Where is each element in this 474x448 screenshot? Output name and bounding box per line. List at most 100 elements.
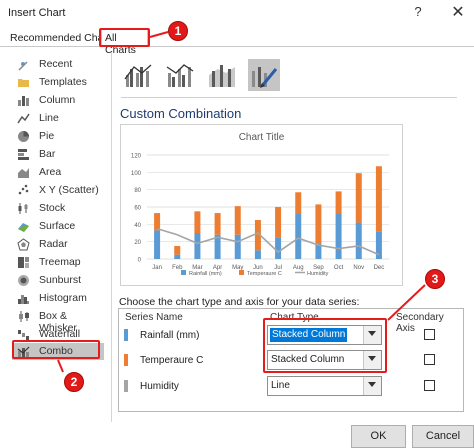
y-tick-label: 0: [138, 258, 142, 264]
sidebar-item-pie[interactable]: Pie: [12, 128, 104, 145]
sidebar-item-label: Treemap: [39, 256, 81, 268]
annotation-badge-2: 2: [64, 372, 84, 392]
legend-swatch: [239, 270, 244, 275]
window-title: Insert Chart: [8, 7, 66, 19]
sidebar-item-label: Templates: [39, 76, 87, 88]
bar-rainfall: [275, 237, 282, 259]
annotation-frame-chart-types: [263, 318, 387, 373]
section-title: Custom Combination: [120, 106, 242, 121]
sidebar-item-x-y-scatter[interactable]: X Y (Scatter): [12, 182, 104, 199]
bar-temperature: [214, 213, 221, 235]
sidebar-item-box-whisker[interactable]: Box & Whisker: [12, 308, 104, 334]
bar-temperature: [234, 206, 241, 235]
bar-temperature: [295, 192, 302, 214]
bar-rainfall: [335, 213, 342, 259]
series-name: Rainfall (mm): [140, 330, 200, 341]
chart-title: Chart Title: [239, 132, 285, 143]
recent-icon: [17, 58, 30, 71]
sidebar-item-histogram[interactable]: Histogram: [12, 290, 104, 307]
bar-temperature: [335, 191, 342, 214]
title-bar: Insert Chart ? ✕: [0, 0, 474, 26]
ok-button[interactable]: OK: [351, 425, 406, 448]
chart-type-value: Line: [271, 380, 290, 391]
subtype-custom-combination[interactable]: [248, 59, 280, 91]
clustered-column-line-icon: [124, 64, 152, 87]
series-caption: Choose the chart type and axis for your …: [119, 296, 360, 308]
bar-rainfall: [254, 250, 261, 259]
y-tick-label: 60: [134, 206, 141, 212]
chevron-down-icon[interactable]: [363, 377, 381, 395]
x-tick-label: Nov: [353, 265, 364, 271]
annotation-arrow-1: [149, 31, 169, 38]
series-name: Temperaure C: [140, 355, 204, 366]
sidebar-item-line[interactable]: Line: [12, 110, 104, 127]
bar-chart-icon: [17, 148, 30, 161]
x-tick-label: Dec: [374, 265, 385, 271]
sidebar-item-label: Recent: [39, 58, 73, 70]
x-tick-label: Aug: [293, 265, 304, 271]
pie-chart-icon: [17, 130, 30, 143]
bar-rainfall: [375, 231, 382, 259]
stacked-area-column-icon: [209, 65, 235, 87]
help-icon[interactable]: ?: [409, 4, 427, 22]
bar-rainfall: [194, 233, 201, 259]
templates-folder-icon: [17, 76, 30, 89]
combo-chart: Chart Title020406080100120Jan Feb Mar Apr Ma…: [131, 132, 389, 277]
sidebar-item-column[interactable]: Column: [12, 92, 104, 109]
y-tick-label: 80: [134, 188, 141, 194]
close-icon[interactable]: ✕: [447, 2, 469, 22]
subtype-clustered-column-line[interactable]: [122, 59, 154, 91]
bar-temperature: [275, 207, 282, 238]
histogram-chart-icon: [17, 292, 30, 305]
legend-label: Humidity: [307, 271, 329, 277]
x-tick-label: Oct: [334, 265, 344, 271]
tab-divider: [0, 46, 474, 47]
bar-rainfall: [174, 254, 181, 259]
surface-chart-icon: [17, 220, 30, 233]
y-tick-label: 120: [131, 154, 142, 160]
sidebar-item-label: Stock: [39, 202, 66, 214]
bar-rainfall: [295, 213, 302, 259]
annotation-badge-1: 1: [168, 21, 188, 41]
sidebar-item-surface[interactable]: Surface: [12, 218, 104, 235]
sidebar-item-area[interactable]: Area: [12, 164, 104, 181]
treemap-chart-icon: [17, 256, 30, 269]
annotation-frame-all-charts: [99, 28, 150, 47]
sidebar-item-templates[interactable]: Templates: [12, 74, 104, 91]
secondary-axis-checkbox-humidity[interactable]: [424, 380, 435, 391]
subtype-stacked-area-column[interactable]: [206, 59, 238, 91]
sidebar-item-bar[interactable]: Bar: [12, 146, 104, 163]
sunburst-chart-icon: [17, 274, 30, 287]
legend-label: Rainfall (mm): [189, 271, 222, 277]
sidebar-item-label: Pie: [39, 130, 55, 142]
sidebar-item-treemap[interactable]: Treemap: [12, 254, 104, 271]
legend-label: Temperaure C: [247, 271, 282, 277]
series-name: Humidity: [140, 381, 179, 392]
secondary-axis-checkbox-temperature[interactable]: [424, 354, 435, 365]
box-whisker-chart-icon: [17, 310, 30, 323]
sidebar-item-label: Sunburst: [39, 274, 82, 286]
sidebar-item-label: Column: [39, 94, 76, 106]
subtype-clustered-column-line-secondary[interactable]: [164, 59, 196, 91]
sidebar-item-recent[interactable]: Recent: [12, 56, 104, 73]
radar-chart-icon: [17, 238, 30, 251]
sidebar-item-label: Histogram: [39, 292, 87, 304]
secondary-axis-checkbox-rainfall[interactable]: [424, 329, 435, 340]
bar-rainfall: [355, 222, 362, 259]
cancel-button[interactable]: Cancel: [412, 425, 474, 448]
chart-type-dropdown-humidity[interactable]: Line: [267, 376, 382, 396]
subtype-divider: [121, 97, 457, 98]
custom-combination-icon: [252, 67, 278, 88]
series-swatch-rainfall: [124, 329, 128, 341]
sidebar-item-stock[interactable]: Stock: [12, 200, 104, 217]
bar-rainfall: [154, 230, 161, 259]
y-tick-label: 40: [134, 223, 141, 229]
bar-temperature: [375, 166, 382, 232]
sidebar-item-radar[interactable]: Radar: [12, 236, 104, 253]
annotation-frame-combo: [12, 340, 100, 359]
column-chart-icon: [17, 94, 30, 107]
sidebar-item-sunburst[interactable]: Sunburst: [12, 272, 104, 289]
column-line-secondary-axis-icon: [166, 64, 194, 87]
series-swatch-temperature: [124, 354, 128, 366]
sidebar-item-label: Line: [39, 112, 59, 124]
